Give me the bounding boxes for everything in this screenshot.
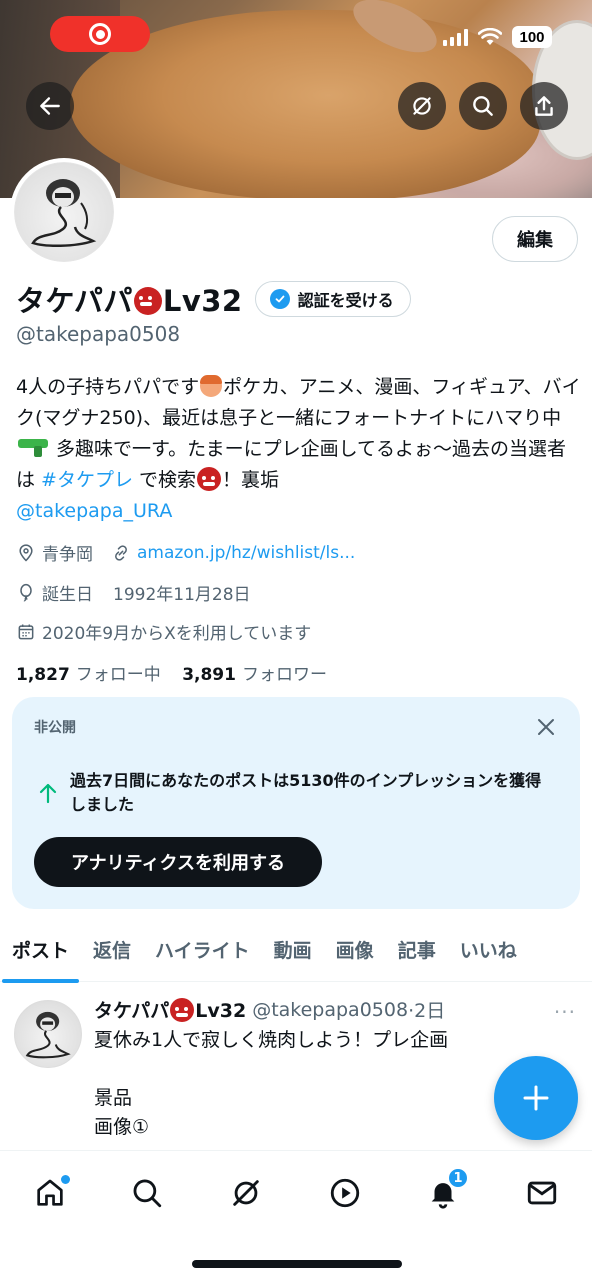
- grok-button[interactable]: [398, 82, 446, 130]
- tab-photos[interactable]: 画像: [324, 926, 386, 982]
- notification-count-badge: 1: [447, 1167, 469, 1189]
- avatar-drawing: [31, 179, 97, 247]
- calendar-icon: [18, 624, 34, 639]
- verified-badge-icon: [269, 289, 290, 309]
- nav-video[interactable]: [325, 1173, 365, 1213]
- following-link[interactable]: 1,827 フォロー中: [16, 665, 161, 685]
- balloon-icon: [20, 583, 32, 601]
- bio-text-4: で検索: [132, 469, 197, 491]
- profile-name-row: タケパパ Lv32 認証を受ける: [16, 278, 411, 320]
- tab-articles[interactable]: 記事: [386, 926, 448, 982]
- followers-link[interactable]: 3,891 フォロワー: [182, 665, 327, 685]
- profile-meta-joined: 2020年9月からXを利用しています: [16, 619, 311, 644]
- display-name-text: タケパパ: [16, 284, 133, 318]
- impressions-text: 過去7日間にあなたのポストは5130件のインプレッションを獲得しました: [70, 771, 542, 814]
- cellular-signal-icon: [443, 28, 468, 46]
- bio-mention-link[interactable]: @takepapa_URA: [16, 500, 172, 522]
- nav-grok[interactable]: [226, 1173, 266, 1213]
- tab-posts[interactable]: ポスト: [0, 926, 81, 983]
- grok-icon: [233, 1180, 259, 1206]
- private-analytics-card: 非公開 過去7日間にあなたのポストは5130件のインプレッションを獲得しました …: [12, 697, 580, 909]
- back-arrow-icon: [40, 97, 60, 115]
- post-text-line-2: 景品: [94, 1087, 133, 1109]
- oni-emoji-icon: [197, 467, 222, 491]
- share-icon: [535, 96, 553, 116]
- following-count: 1,827: [16, 665, 70, 685]
- profile-location: 青争岡: [42, 545, 93, 565]
- nav-home[interactable]: [30, 1173, 70, 1213]
- search-icon: [133, 1179, 162, 1208]
- nav-search[interactable]: [127, 1173, 167, 1213]
- man-emoji-icon: [200, 375, 223, 397]
- profile-meta-birthday: 誕生日 1992年11月28日: [16, 580, 251, 605]
- tab-videos[interactable]: 動画: [262, 926, 324, 982]
- nav-notifications[interactable]: 1: [423, 1167, 469, 1213]
- post-author-text: タケパパ: [94, 1000, 170, 1022]
- battery-indicator: 100: [512, 26, 552, 48]
- post-author-handle: @takepapa0508: [252, 998, 409, 1021]
- grok-icon: [413, 97, 431, 115]
- back-button[interactable]: [26, 82, 74, 130]
- profile-tabs: ポスト 返信 ハイライト 動画 画像 記事 いいね: [0, 926, 592, 983]
- profile-meta-location-website: 青争岡 amazon.jp/hz/wishlist/ls...: [16, 540, 355, 565]
- record-icon: [89, 23, 111, 45]
- location-pin-icon: [19, 543, 33, 562]
- oni-emoji-icon: [170, 998, 195, 1022]
- profile-website-link[interactable]: amazon.jp/hz/wishlist/ls...: [137, 543, 355, 563]
- profile-display-name: タケパパ Lv32: [16, 278, 243, 320]
- post-more-button[interactable]: ···: [554, 1000, 576, 1024]
- compose-post-button[interactable]: [494, 1056, 578, 1140]
- birthday-value: 1992年11月28日: [113, 585, 251, 605]
- bio-text-5: ！裏垢: [222, 469, 280, 491]
- screen-recording-indicator[interactable]: [50, 16, 150, 52]
- edit-profile-button[interactable]: 編集: [492, 216, 578, 262]
- search-button[interactable]: [459, 82, 507, 130]
- plus-icon: [523, 1085, 549, 1111]
- link-icon: [115, 544, 127, 561]
- post-header: タケパパ Lv32 @takepapa0508 ·2日: [94, 996, 445, 1023]
- followers-label: フォロワー: [241, 665, 327, 685]
- oni-emoji-icon: [133, 287, 162, 315]
- post-author-suffix: Lv32: [195, 1000, 247, 1022]
- post-avatar[interactable]: [14, 1000, 82, 1068]
- joined-date: 2020年9月からXを利用しています: [42, 624, 312, 644]
- private-label: 非公開: [34, 720, 76, 736]
- post-timestamp: ·2日: [408, 1000, 446, 1022]
- mail-icon: [527, 1181, 557, 1205]
- profile-avatar[interactable]: [10, 158, 118, 266]
- get-verified-button[interactable]: 認証を受ける: [254, 281, 411, 317]
- nav-messages[interactable]: [522, 1173, 562, 1213]
- display-name-suffix: Lv32: [162, 284, 243, 318]
- post-avatar-drawing: [25, 1011, 71, 1059]
- following-label: フォロー中: [75, 665, 161, 685]
- home-indicator[interactable]: [192, 1260, 402, 1268]
- share-button[interactable]: [520, 82, 568, 130]
- arrow-up-icon: [39, 783, 57, 804]
- post-body[interactable]: 夏休み1人で寂しく焼肉しよう！プレ企画 景品 画像①: [94, 1026, 448, 1142]
- close-icon: [538, 719, 554, 735]
- post-text-line-3: 画像①: [94, 1116, 150, 1138]
- profile-bio: 4人の子持ちパパです ポケカ、アニメ、漫画、フィギュア、バイク(マグナ250)、最…: [16, 372, 582, 527]
- followers-count: 3,891: [182, 665, 236, 685]
- close-card-button[interactable]: [532, 713, 560, 741]
- follow-stats: 1,827 フォロー中 3,891 フォロワー: [16, 660, 327, 685]
- water-pistol-emoji-icon: [18, 439, 48, 457]
- profile-handle: @takepapa0508: [16, 322, 181, 346]
- bio-text-1: 4人の子持ちパパです: [16, 376, 200, 398]
- tab-likes[interactable]: いいね: [448, 926, 529, 982]
- tab-replies[interactable]: 返信: [81, 926, 143, 982]
- tab-highlights[interactable]: ハイライト: [143, 926, 262, 982]
- bio-hashtag-link[interactable]: #タケプレ: [41, 469, 133, 491]
- status-bar-right: 100: [443, 26, 552, 48]
- get-verified-label: 認証を受ける: [297, 291, 394, 310]
- home-notification-dot: [61, 1175, 70, 1184]
- search-icon: [473, 96, 493, 116]
- avatar-image: [14, 162, 114, 262]
- post-text-line-1: 夏休み1人で寂しく焼肉しよう！プレ企画: [94, 1029, 449, 1051]
- play-circle-icon: [330, 1178, 360, 1208]
- post-author-name[interactable]: タケパパ Lv32: [94, 996, 246, 1023]
- analytics-button[interactable]: アナリティクスを利用する: [34, 837, 322, 887]
- wifi-icon: [478, 28, 502, 45]
- birthday-label: 誕生日: [42, 585, 93, 605]
